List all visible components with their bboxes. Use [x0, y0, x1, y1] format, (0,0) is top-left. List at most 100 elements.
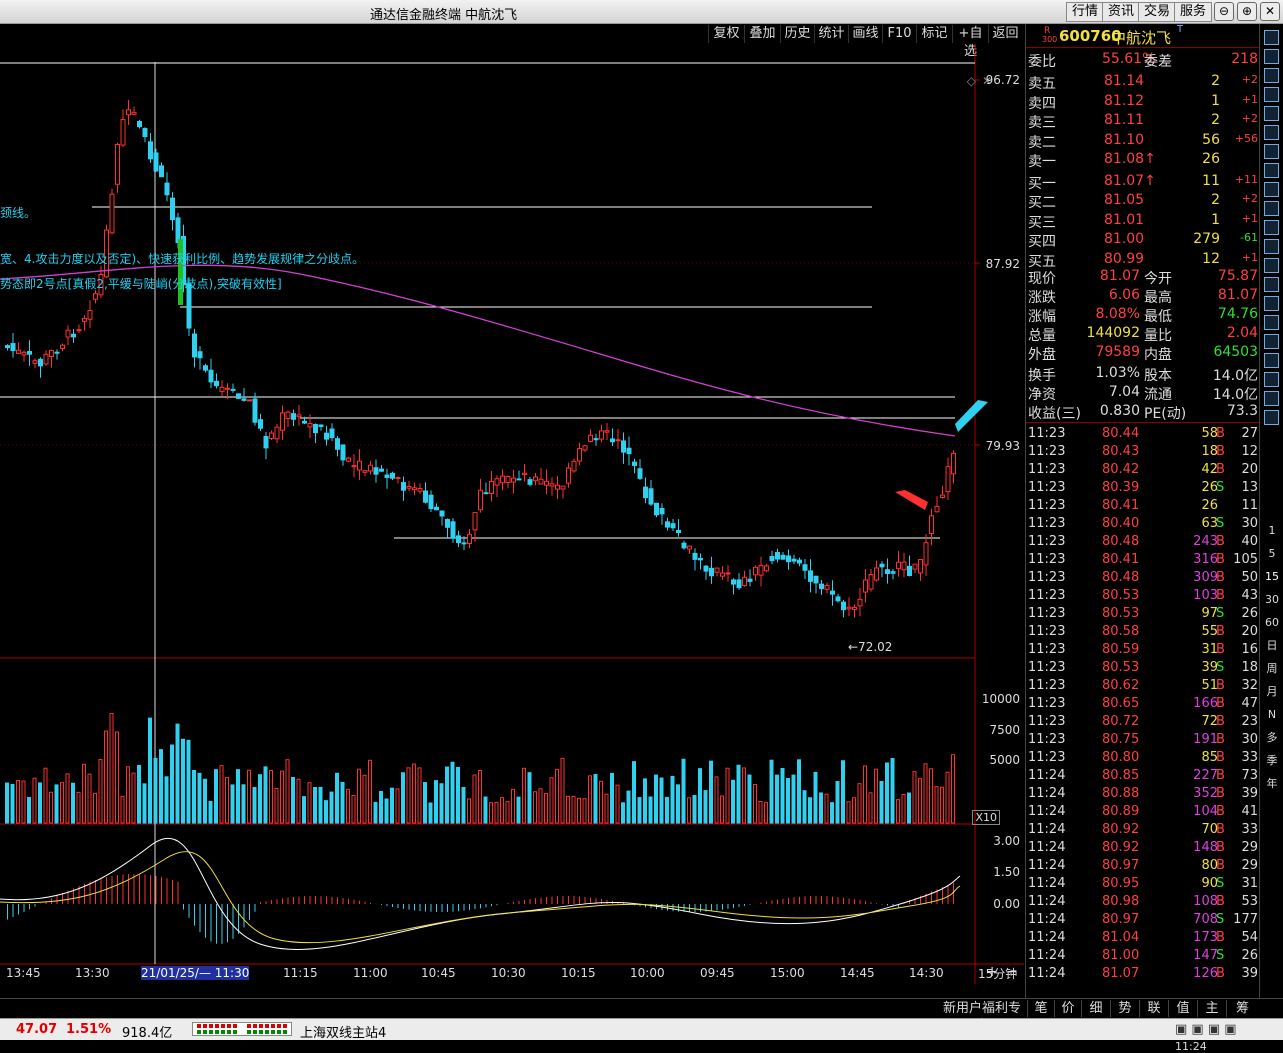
minimize-icon[interactable]: ⊖ [1214, 2, 1234, 21]
candle-icon[interactable] [1264, 163, 1279, 178]
dollar-icon[interactable] [1264, 334, 1279, 349]
menu-hangqing[interactable]: 行情 [1066, 2, 1105, 22]
candle-body [21, 351, 27, 356]
clock: 11:24 [1175, 1040, 1207, 1053]
toolbar-biaoji[interactable]: 标记 [916, 25, 952, 43]
bid-row[interactable]: 买一 81.07↑ 11 +11 [1026, 172, 1260, 192]
period-11[interactable]: 年 [1262, 775, 1282, 793]
stock-name[interactable]: 中航沈飞 [1111, 27, 1171, 48]
bottom-tabs: 新用户福利专享 笔 价 细 势 联 值 主 筹 [0, 998, 1283, 1033]
toolbar-f10[interactable]: F10 [882, 25, 916, 43]
rsi-icon[interactable] [1264, 315, 1279, 330]
menu-jiaoyi[interactable]: 交易 [1138, 2, 1177, 22]
table-icon[interactable] [1264, 106, 1279, 121]
toolbar-huaxian[interactable]: 画线 [848, 25, 882, 43]
restore-icon[interactable]: ⊕ [1237, 2, 1257, 21]
candle-body [544, 480, 549, 486]
server-name[interactable]: 上海双线主站4 [300, 1022, 386, 1041]
diamond-icon[interactable]: ◇ [967, 74, 976, 88]
time-tick: 15:00 [770, 966, 805, 980]
list-icon[interactable] [1264, 239, 1279, 254]
period-0[interactable]: 1 [1262, 522, 1282, 540]
trade-time: 11:24 [1028, 822, 1066, 837]
toolbar-diejia[interactable]: 叠加 [744, 25, 780, 43]
period-10[interactable]: 季 [1262, 752, 1282, 770]
bar-icon[interactable] [1264, 182, 1279, 197]
toolbar-zixuan[interactable]: +自选 [952, 25, 988, 59]
volume-bar [511, 788, 515, 824]
volume-bar [665, 796, 669, 824]
bid-row[interactable]: 买五 80.99 12 +1 [1026, 250, 1260, 270]
bid-row[interactable]: 买四 81.00 279 -61 [1026, 230, 1260, 250]
period-label[interactable]: 15分钟 [978, 965, 1017, 982]
volume-bar [412, 763, 416, 824]
level-price: 81.12 [1104, 92, 1145, 109]
period-2[interactable]: 15 [1262, 568, 1282, 586]
status-icons[interactable]: ▣ ▣ ▣ ▣ [1175, 1022, 1237, 1037]
menu-fuwu[interactable]: 服务 [1174, 2, 1213, 22]
tab-zhu[interactable]: 主 [1197, 1000, 1226, 1017]
trade-price: 80.98 [1102, 894, 1140, 909]
fx-icon[interactable] [1264, 258, 1279, 273]
trade-row: 11:24 80.95 90 S 31 [1026, 875, 1260, 893]
period-6[interactable]: 周 [1262, 660, 1282, 678]
doc-icon[interactable] [1264, 220, 1279, 235]
tab-bi[interactable]: 笔 [1027, 1000, 1054, 1017]
refresh-icon[interactable] [1264, 410, 1279, 425]
level-volume: 2 [1211, 112, 1220, 128]
volume-bar [32, 777, 37, 824]
gauge-icon[interactable] [1264, 277, 1279, 292]
chart-line-icon[interactable] [1264, 144, 1279, 159]
close-icon[interactable]: ✕ [1260, 2, 1280, 21]
tab-zhi[interactable]: 值 [1168, 1000, 1197, 1017]
trade-row: 11:24 80.97 708 S 177 [1026, 911, 1260, 929]
ask-row[interactable]: 卖四 81.12 1 +1 [1026, 92, 1260, 112]
tab-xi[interactable]: 细 [1081, 1000, 1110, 1017]
quote-header: R 300 600760 中航沈飞 T [1026, 24, 1260, 48]
period-5[interactable]: 日 [1262, 637, 1282, 655]
bid-row[interactable]: 买三 81.01 1 +1 [1026, 211, 1260, 231]
trade-count: 31 [1241, 876, 1258, 891]
tab-chou[interactable]: 筹 [1226, 1000, 1258, 1017]
ask-row[interactable]: 卖五 81.14 2 +2 [1026, 72, 1260, 92]
menu-zixun[interactable]: 资讯 [1102, 2, 1141, 22]
f10-icon[interactable] [1264, 201, 1279, 216]
toolbar-fanhui[interactable]: 返回 [988, 25, 1022, 43]
trade-row: 11:23 80.48 243 B 40 [1026, 533, 1260, 551]
tab-jia[interactable]: 价 [1054, 1000, 1081, 1017]
period-4[interactable]: 60 [1262, 614, 1282, 632]
promo-link[interactable]: 新用户福利专享 [938, 1000, 1026, 1033]
circle-icon[interactable] [1264, 296, 1279, 311]
level-price: 81.14 [1104, 73, 1145, 89]
tab-shi[interactable]: 势 [1110, 1000, 1139, 1017]
grid-icon[interactable] [1264, 87, 1279, 102]
period-8[interactable]: N [1262, 706, 1282, 724]
pen-icon[interactable] [1264, 372, 1279, 387]
move-icon[interactable] [1264, 353, 1279, 368]
f5-icon[interactable] [1264, 391, 1279, 406]
ask-row[interactable]: 卖二 81.10 56 +56 [1026, 131, 1260, 151]
up-icon[interactable] [1264, 49, 1279, 64]
ask-row[interactable]: 卖三 81.11 2 +2 [1026, 111, 1260, 131]
period-9[interactable]: 多 [1262, 729, 1282, 747]
toolbar-lishi[interactable]: 历史 [780, 25, 814, 43]
period-1[interactable]: 5 [1262, 545, 1282, 563]
bid-row[interactable]: 买二 81.05 2 +2 [1026, 191, 1260, 211]
ask-row[interactable]: 卖一 81.08↑ 26 [1026, 150, 1260, 170]
candle-body [203, 365, 208, 371]
candle-body [247, 399, 252, 402]
trade-volume: 26 [1201, 498, 1218, 513]
period-3[interactable]: 30 [1262, 591, 1282, 609]
calendar-icon[interactable] [1264, 125, 1279, 140]
period-7[interactable]: 月 [1262, 683, 1282, 701]
level-change: +1 [1241, 250, 1258, 264]
kline-chart[interactable]: ◇ ✕ 96.72 87.92 79.93 10000 7500 5000 X1… [0, 44, 1024, 984]
back-icon[interactable] [1264, 30, 1279, 45]
level-price: 80.99 [1104, 250, 1145, 267]
toolbar-fuquan[interactable]: 复权 [708, 25, 744, 43]
chart-canvas[interactable] [0, 44, 1024, 984]
tab-lian[interactable]: 联 [1139, 1000, 1168, 1017]
down-icon[interactable] [1264, 68, 1279, 83]
toolbar-tongji[interactable]: 统计 [814, 25, 848, 43]
trade-time: 11:23 [1028, 660, 1066, 675]
